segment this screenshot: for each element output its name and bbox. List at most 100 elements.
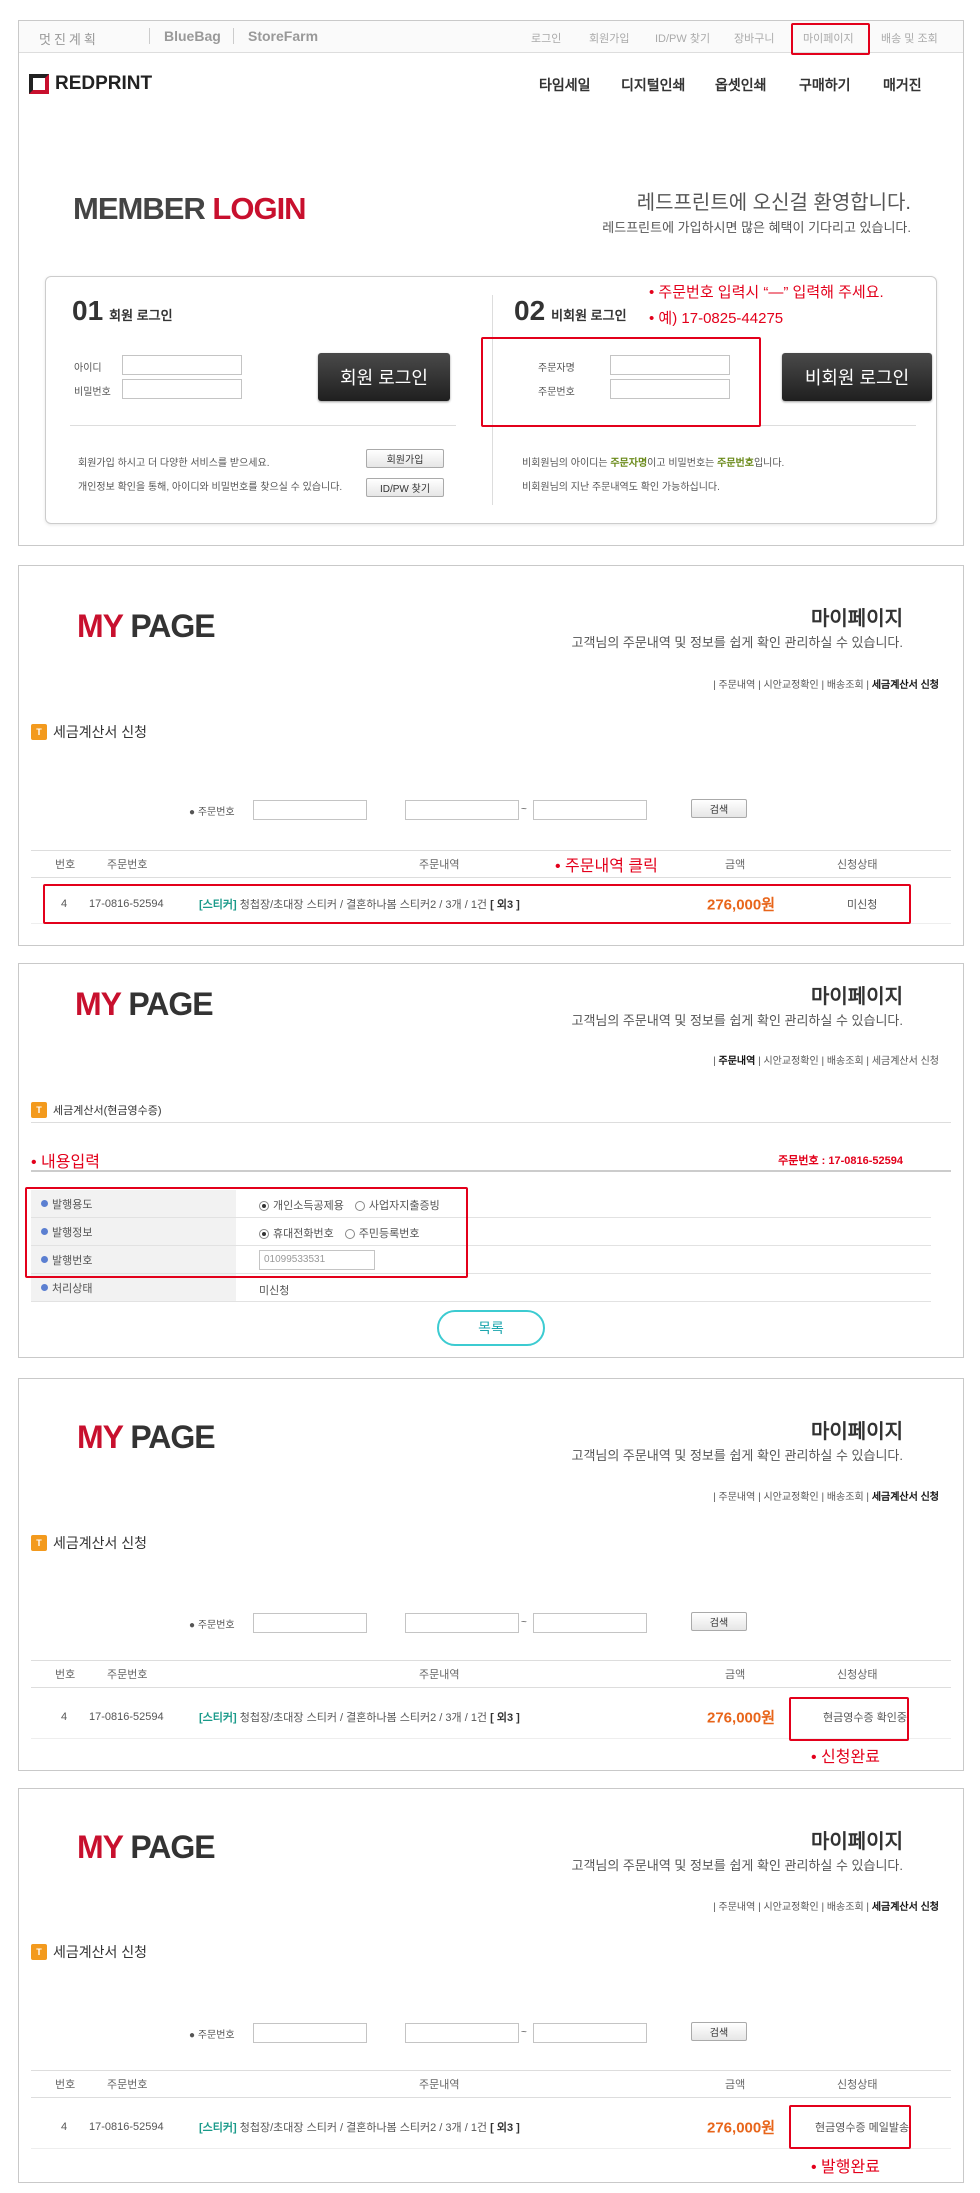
nav-find[interactable]: ID/PW 찾기 [655, 30, 710, 46]
mypage-sub: 고객님의 주문내역 및 정보를 쉽게 확인 관리하실 수 있습니다. [571, 1013, 903, 1028]
guest-input-highlight [481, 337, 761, 427]
logo-icon [29, 74, 49, 94]
breadcrumb: | 주문내역 | 시안교정확인 | 배송조회 | 세금계산서 신청 [713, 1056, 939, 1067]
login-title: MEMBER LOGIN [73, 191, 307, 226]
search-date-to[interactable] [533, 2023, 647, 2043]
table-header: 번호 주문번호 주문내역 금액 신청상태 [31, 2070, 951, 2098]
section-line [31, 1122, 951, 1123]
mypage-sub: 고객님의 주문내역 및 정보를 쉽게 확인 관리하실 수 있습니다. [571, 635, 903, 650]
mypage-kor: 마이페이지 [811, 986, 903, 1008]
breadcrumb: | 주문내역 | 시안교정확인 | 배송조회 | 세금계산서 신청 [713, 1902, 939, 1913]
brand-1[interactable]: 멋진계획 [39, 29, 99, 48]
member-login-button[interactable]: 회원 로그인 [318, 353, 450, 401]
note-issued: 발행완료 [811, 2153, 880, 2177]
form-top-line [31, 1170, 951, 1172]
search-label: ● 주문번호 [189, 807, 235, 818]
member-sep [70, 425, 456, 426]
search-date-to[interactable] [533, 1613, 647, 1633]
note-input: 내용입력 [31, 1148, 100, 1172]
status-highlight [789, 1697, 909, 1741]
table-header: 번호 주문번호 주문내역 금액 신청상태 [31, 1660, 951, 1688]
order-number: 주문번호 : 17-0816-52594 [778, 1155, 903, 1167]
search-date-from[interactable] [405, 1613, 519, 1633]
welcome-text: 레드프린트에 오신걸 환영합니다. [636, 192, 911, 214]
guest-info-2: 비회원님의 지난 주문내역도 확인 가능하십니다. [522, 482, 720, 493]
list-button[interactable]: 목록 [437, 1310, 545, 1346]
search-button[interactable]: 검색 [691, 1612, 747, 1631]
pw-input[interactable] [122, 379, 242, 399]
search-date-from[interactable] [405, 800, 519, 820]
form-highlight [25, 1187, 468, 1278]
breadcrumb: | 주문내역 | 시안교정확인 | 배송조회 | 세금계산서 신청 [713, 680, 939, 691]
search-order-input[interactable] [253, 1613, 367, 1633]
section-title: T 세금계산서 신청 [31, 722, 147, 742]
mypage-panel-4: MY PAGE 마이페이지 고객님의 주문내역 및 정보를 쉽게 확인 관리하실… [18, 1788, 964, 2183]
guest-info-1: 비회원님의 아이디는 주문자명이고 비밀번호는 주문번호입니다. [522, 458, 785, 469]
menu-magazine[interactable]: 매거진 [883, 75, 922, 95]
menu-digital[interactable]: 디지털인쇄 [621, 75, 685, 95]
search-date-from[interactable] [405, 2023, 519, 2043]
welcome-sub: 레드프린트에 가입하시면 많은 혜택이 기다리고 있습니다. [602, 220, 911, 235]
section-icon: T [31, 1535, 47, 1551]
search-order-input[interactable] [253, 800, 367, 820]
mypage-panel-2: MY PAGE 마이페이지 고객님의 주문내역 및 정보를 쉽게 확인 관리하실… [18, 963, 964, 1358]
search-button[interactable]: 검색 [691, 799, 747, 818]
nav-delivery[interactable]: 배송 및 조회 [881, 30, 938, 46]
mypage-sub: 고객님의 주문내역 및 정보를 쉽게 확인 관리하실 수 있습니다. [571, 1858, 903, 1873]
brand-2[interactable]: BlueBag [149, 28, 221, 44]
nav-login[interactable]: 로그인 [531, 30, 561, 46]
member-info-1: 회원가입 하시고 더 다양한 서비스를 받으세요. [78, 458, 270, 469]
search-label: ● 주문번호 [189, 1620, 235, 1631]
section-title: T 세금계산서(현금영수증) [31, 1102, 162, 1118]
tilde: ~ [521, 804, 527, 815]
member-info-2: 개인정보 확인을 통해, 아이디와 비밀번호를 찾으실 수 있습니다. [78, 482, 343, 493]
nav-cart[interactable]: 장바구니 [734, 30, 774, 46]
mypage-highlight [791, 23, 870, 55]
row-highlight [43, 884, 911, 924]
mypage-title: MY PAGE [77, 1829, 216, 1865]
note-example: 예) 17-0825-44275 [649, 307, 783, 328]
join-button[interactable]: 회원가입 [366, 449, 444, 468]
search-button[interactable]: 검색 [691, 2022, 747, 2041]
tilde: ~ [521, 2027, 527, 2038]
find-idpw-button[interactable]: ID/PW 찾기 [366, 478, 444, 497]
note-click: 주문내역 클릭 [555, 852, 658, 876]
table-header: 번호 주문번호 주문내역 금액 신청상태 [31, 850, 951, 878]
menu-offset[interactable]: 옵셋인쇄 [715, 75, 767, 95]
pw-label: 비밀번호 [74, 387, 111, 398]
search-date-to[interactable] [533, 800, 647, 820]
note-hyphen: 주문번호 입력시 “—” 입력해 주세요. [649, 281, 883, 302]
search-order-input[interactable] [253, 2023, 367, 2043]
mypage-kor: 마이페이지 [811, 1421, 903, 1443]
mypage-panel-1: MY PAGE 마이페이지 고객님의 주문내역 및 정보를 쉽게 확인 관리하실… [18, 565, 964, 946]
menu-timesale[interactable]: 타임세일 [539, 75, 591, 95]
section-icon: T [31, 1102, 47, 1118]
member-heading: 01 회원 로그인 [72, 295, 173, 326]
section-title: T 세금계산서 신청 [31, 1942, 147, 1962]
form-row-status: 처리상태 미신청 [31, 1274, 931, 1302]
guest-heading: 02 비회원 로그인 [514, 295, 627, 326]
search-label: ● 주문번호 [189, 2030, 235, 2041]
guest-login-button[interactable]: 비회원 로그인 [782, 353, 932, 401]
mypage-title: MY PAGE [77, 608, 216, 644]
login-panel: 멋진계획 BlueBag StoreFarm 로그인 회원가입 ID/PW 찾기… [18, 20, 964, 546]
mypage-kor: 마이페이지 [811, 1831, 903, 1853]
id-input[interactable] [122, 355, 242, 375]
note-done: 신청완료 [811, 1743, 880, 1767]
mypage-panel-3: MY PAGE 마이페이지 고객님의 주문내역 및 정보를 쉽게 확인 관리하실… [18, 1378, 964, 1771]
section-icon: T [31, 724, 47, 740]
section-title: T 세금계산서 신청 [31, 1533, 147, 1553]
tilde: ~ [521, 1617, 527, 1628]
status-highlight [789, 2105, 911, 2149]
id-label: 아이디 [74, 363, 102, 374]
logo[interactable]: REDPRINT [29, 73, 152, 95]
mypage-title: MY PAGE [77, 1419, 216, 1455]
mypage-title: MY PAGE [75, 986, 214, 1022]
mypage-sub: 고객님의 주문내역 및 정보를 쉽게 확인 관리하실 수 있습니다. [571, 1448, 903, 1463]
nav-join[interactable]: 회원가입 [589, 30, 629, 46]
breadcrumb: | 주문내역 | 시안교정확인 | 배송조회 | 세금계산서 신청 [713, 1492, 939, 1503]
section-icon: T [31, 1944, 47, 1960]
menu-buy[interactable]: 구매하기 [799, 75, 851, 95]
brand-3[interactable]: StoreFarm [233, 28, 318, 44]
mypage-kor: 마이페이지 [811, 608, 903, 630]
